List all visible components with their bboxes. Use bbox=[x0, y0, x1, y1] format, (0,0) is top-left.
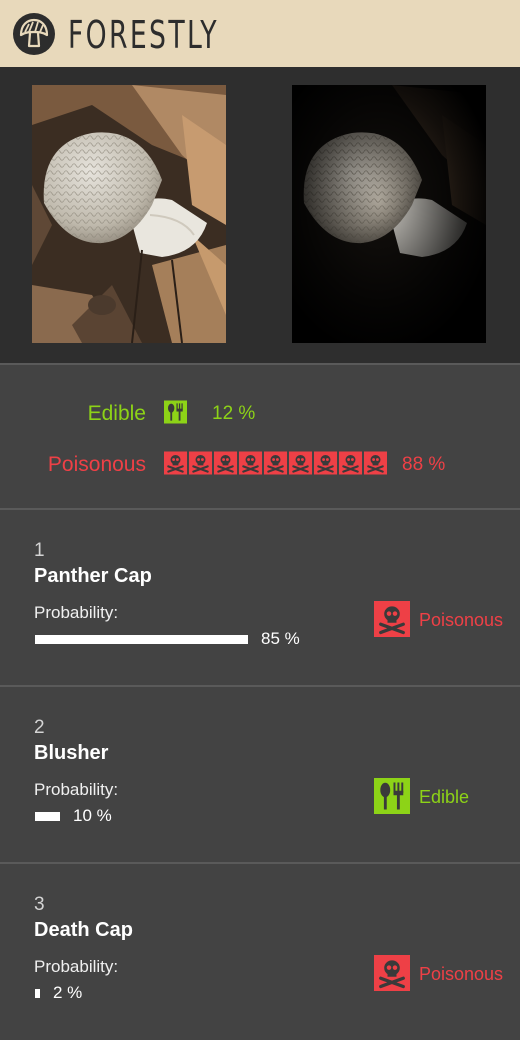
skull-crossbones-icon bbox=[189, 451, 212, 475]
probability-percent: 10 % bbox=[73, 806, 112, 825]
probability-label: Probability: bbox=[34, 957, 119, 976]
result-card[interactable]: 2 Blusher Probability: 10 % Edible bbox=[0, 687, 520, 862]
poisonous-summary-percent: 88 % bbox=[402, 454, 446, 475]
mushroom-logo-icon[interactable] bbox=[12, 12, 56, 56]
skull-crossbones-icon bbox=[239, 451, 262, 475]
skull-crossbones-icon bbox=[364, 451, 387, 475]
app-title: FORESTLY bbox=[68, 13, 219, 57]
skull-crossbones-icon bbox=[339, 451, 362, 475]
probability-label: Probability: bbox=[34, 603, 119, 622]
skull-crossbones-icon bbox=[164, 451, 187, 475]
fork-spoon-icon bbox=[374, 778, 410, 814]
mushroom-photo-processed bbox=[292, 85, 486, 343]
probability-percent: 2 % bbox=[53, 983, 83, 1002]
result-species-name: Panther Cap bbox=[34, 565, 152, 587]
result-rank: 1 bbox=[34, 540, 45, 561]
skull-crossbones-icon bbox=[314, 451, 337, 475]
skull-crossbones-icon bbox=[214, 451, 237, 475]
result-card[interactable]: 3 Death Cap Probability: 2 % Poisonous bbox=[0, 864, 520, 1039]
result-species-name: Blusher bbox=[34, 742, 109, 764]
result-rank: 2 bbox=[34, 717, 45, 738]
toxicity-label: Poisonous bbox=[419, 964, 504, 984]
probability-label: Probability: bbox=[34, 780, 119, 799]
probability-percent: 85 % bbox=[261, 629, 300, 648]
toxicity-label: Edible bbox=[419, 787, 470, 807]
result-rank: 3 bbox=[34, 894, 45, 915]
probability-bar bbox=[35, 989, 40, 998]
result-species-name: Death Cap bbox=[34, 919, 133, 941]
probability-bar bbox=[35, 635, 248, 644]
edible-summary-label: Edible bbox=[87, 402, 146, 425]
poisonous-icon-row bbox=[164, 451, 387, 475]
edible-icon-row bbox=[164, 400, 187, 424]
poisonous-summary-label: Poisonous bbox=[47, 453, 146, 476]
probability-bar bbox=[35, 812, 60, 821]
toxicity-label: Poisonous bbox=[419, 610, 504, 630]
app-header: FORESTLY bbox=[0, 0, 520, 67]
fork-spoon-icon bbox=[164, 400, 187, 424]
result-card[interactable]: 1 Panther Cap Probability: 85 % Poisonou… bbox=[0, 510, 520, 685]
skull-crossbones-icon bbox=[374, 601, 410, 637]
skull-crossbones-icon bbox=[374, 955, 410, 991]
skull-crossbones-icon bbox=[264, 451, 287, 475]
photo-strip bbox=[0, 67, 520, 363]
edible-summary-percent: 12 % bbox=[212, 403, 256, 424]
skull-crossbones-icon bbox=[289, 451, 312, 475]
mushroom-photo-original bbox=[32, 85, 226, 343]
toxicity-summary: Edible 12 % Poisonous 88 % bbox=[0, 365, 520, 508]
